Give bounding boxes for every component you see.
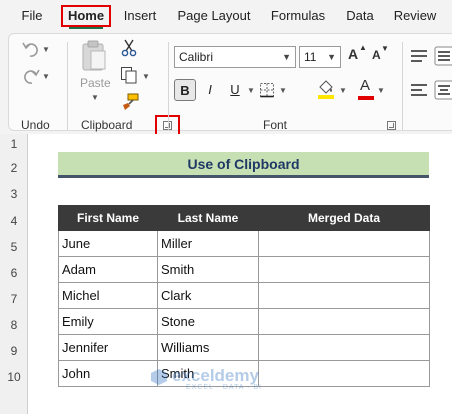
tab-formulas[interactable]: Formulas (264, 5, 332, 27)
undo-dropdown-icon[interactable]: ▼ (42, 45, 50, 54)
font-color-button[interactable]: A (358, 77, 374, 101)
group-divider (67, 42, 68, 130)
format-painter-icon[interactable] (121, 93, 139, 111)
chevron-down-icon[interactable]: ▼ (282, 47, 291, 67)
underline-button[interactable]: U (224, 79, 246, 101)
group-divider (168, 42, 169, 130)
font-size-value: 11 (304, 50, 317, 64)
chevron-down-icon[interactable]: ▼ (327, 47, 336, 67)
paste-dropdown-icon[interactable]: ▼ (91, 93, 99, 102)
column-header-first-name[interactable]: First Name (58, 205, 158, 231)
table-row: Michel Clark (58, 282, 430, 309)
tab-insert[interactable]: Insert (118, 5, 162, 27)
table-row: Emily Stone (58, 308, 430, 335)
column-header-last-name[interactable]: Last Name (157, 205, 259, 231)
watermark-name: exceldemy (172, 366, 259, 385)
bold-button[interactable]: B (174, 79, 196, 101)
table-header-row: First Name Last Name Merged Data (58, 205, 430, 231)
ribbon-panel: ▼ ▼ Undo Paste ▼ ▼ Clipboard Calibri ▼ 1… (8, 33, 452, 136)
font-color-dropdown-icon[interactable]: ▼ (377, 86, 385, 95)
group-label-clipboard: Clipboard (81, 118, 133, 132)
fill-color-icon[interactable] (316, 78, 336, 100)
paste-button-label[interactable]: Paste (80, 76, 111, 90)
borders-icon[interactable] (259, 82, 275, 98)
row-number[interactable]: 9 (0, 344, 28, 358)
row-number[interactable]: 1 (0, 137, 28, 151)
underline-dropdown-icon[interactable]: ▼ (247, 86, 255, 95)
align-top-icon[interactable] (410, 48, 428, 64)
table-row: Jennifer Williams (58, 334, 430, 361)
copy-icon[interactable] (120, 66, 138, 84)
data-table: First Name Last Name Merged Data June Mi… (58, 205, 430, 387)
table-cell[interactable]: Smith (157, 256, 259, 283)
tab-data[interactable]: Data (340, 5, 380, 27)
align-center-icon[interactable] (434, 80, 452, 100)
caret-up-icon: ▲ (359, 43, 367, 52)
grow-font-button[interactable]: A ▲ (348, 43, 368, 68)
watermark-tagline: EXCEL · DATA · BI (186, 384, 262, 391)
table-row: Adam Smith (58, 256, 430, 283)
sheet-title-cell[interactable]: Use of Clipboard (58, 152, 429, 178)
fill-color-dropdown-icon[interactable]: ▼ (339, 86, 347, 95)
table-cell[interactable] (258, 308, 430, 335)
group-label-font: Font (263, 118, 288, 132)
table-cell[interactable]: Miller (157, 230, 259, 257)
table-cell[interactable]: Clark (157, 282, 259, 309)
worksheet: 1 2 3 4 5 6 7 8 9 10 Use of Clipboard Fi… (0, 134, 452, 414)
row-number[interactable]: 5 (0, 240, 28, 254)
table-cell[interactable]: June (58, 230, 158, 257)
grow-font-icon: A (348, 46, 359, 62)
redo-icon[interactable] (21, 66, 41, 86)
tab-home[interactable]: Home (61, 5, 111, 29)
tab-file[interactable]: File (14, 5, 50, 27)
row-number[interactable]: 7 (0, 292, 28, 306)
font-size-combo[interactable]: 11 ▼ (299, 46, 341, 68)
exceldemy-logo-icon (150, 368, 168, 386)
align-middle-icon[interactable] (434, 46, 452, 66)
table-cell[interactable] (258, 256, 430, 283)
align-left-icon[interactable] (410, 82, 428, 98)
table-cell[interactable]: Williams (157, 334, 259, 361)
tab-review[interactable]: Review (390, 5, 440, 27)
group-divider (402, 42, 403, 130)
caret-down-icon: ▼ (381, 44, 389, 53)
row-number[interactable]: 10 (0, 370, 28, 384)
redo-dropdown-icon[interactable]: ▼ (42, 72, 50, 81)
undo-icon[interactable] (21, 39, 41, 59)
table-cell[interactable]: Emily (58, 308, 158, 335)
ribbon: ▼ ▼ Undo Paste ▼ ▼ Clipboard Calibri ▼ 1… (0, 30, 452, 136)
paste-icon[interactable] (80, 39, 108, 73)
borders-dropdown-icon[interactable]: ▼ (279, 86, 287, 95)
font-color-icon: A (360, 77, 371, 94)
row-number[interactable]: 4 (0, 214, 28, 228)
font-name-value: Calibri (179, 50, 214, 64)
row-number[interactable]: 3 (0, 187, 28, 201)
font-name-combo[interactable]: Calibri ▼ (174, 46, 296, 68)
table-cell[interactable] (258, 230, 430, 257)
font-color-swatch (358, 96, 374, 100)
ribbon-tab-bar: File Home Insert Page Layout Formulas Da… (0, 0, 452, 30)
font-dialog-launcher-icon[interactable] (387, 121, 396, 130)
table-cell[interactable]: Stone (157, 308, 259, 335)
copy-dropdown-icon[interactable]: ▼ (142, 72, 150, 81)
tab-page-layout[interactable]: Page Layout (172, 5, 256, 27)
table-cell[interactable]: Michel (58, 282, 158, 309)
table-cell[interactable]: Jennifer (58, 334, 158, 361)
row-number[interactable]: 6 (0, 266, 28, 280)
row-number[interactable]: 2 (0, 161, 28, 175)
group-label-undo: Undo (21, 118, 50, 132)
italic-button[interactable]: I (199, 79, 221, 101)
table-cell[interactable]: John (58, 360, 158, 387)
table-row: June Miller (58, 230, 430, 257)
table-cell[interactable]: Adam (58, 256, 158, 283)
watermark-logo: exceldemy EXCEL · DATA · BI (150, 366, 300, 400)
shrink-font-icon: A (372, 48, 381, 62)
cut-icon[interactable] (121, 39, 137, 57)
column-header-merged-data[interactable]: Merged Data (258, 205, 430, 231)
table-cell[interactable] (258, 334, 430, 361)
row-header-column: 1 2 3 4 5 6 7 8 9 10 (0, 134, 28, 414)
table-cell[interactable] (258, 282, 430, 309)
shrink-font-button[interactable]: A ▼ (372, 44, 392, 70)
row-number[interactable]: 8 (0, 318, 28, 332)
